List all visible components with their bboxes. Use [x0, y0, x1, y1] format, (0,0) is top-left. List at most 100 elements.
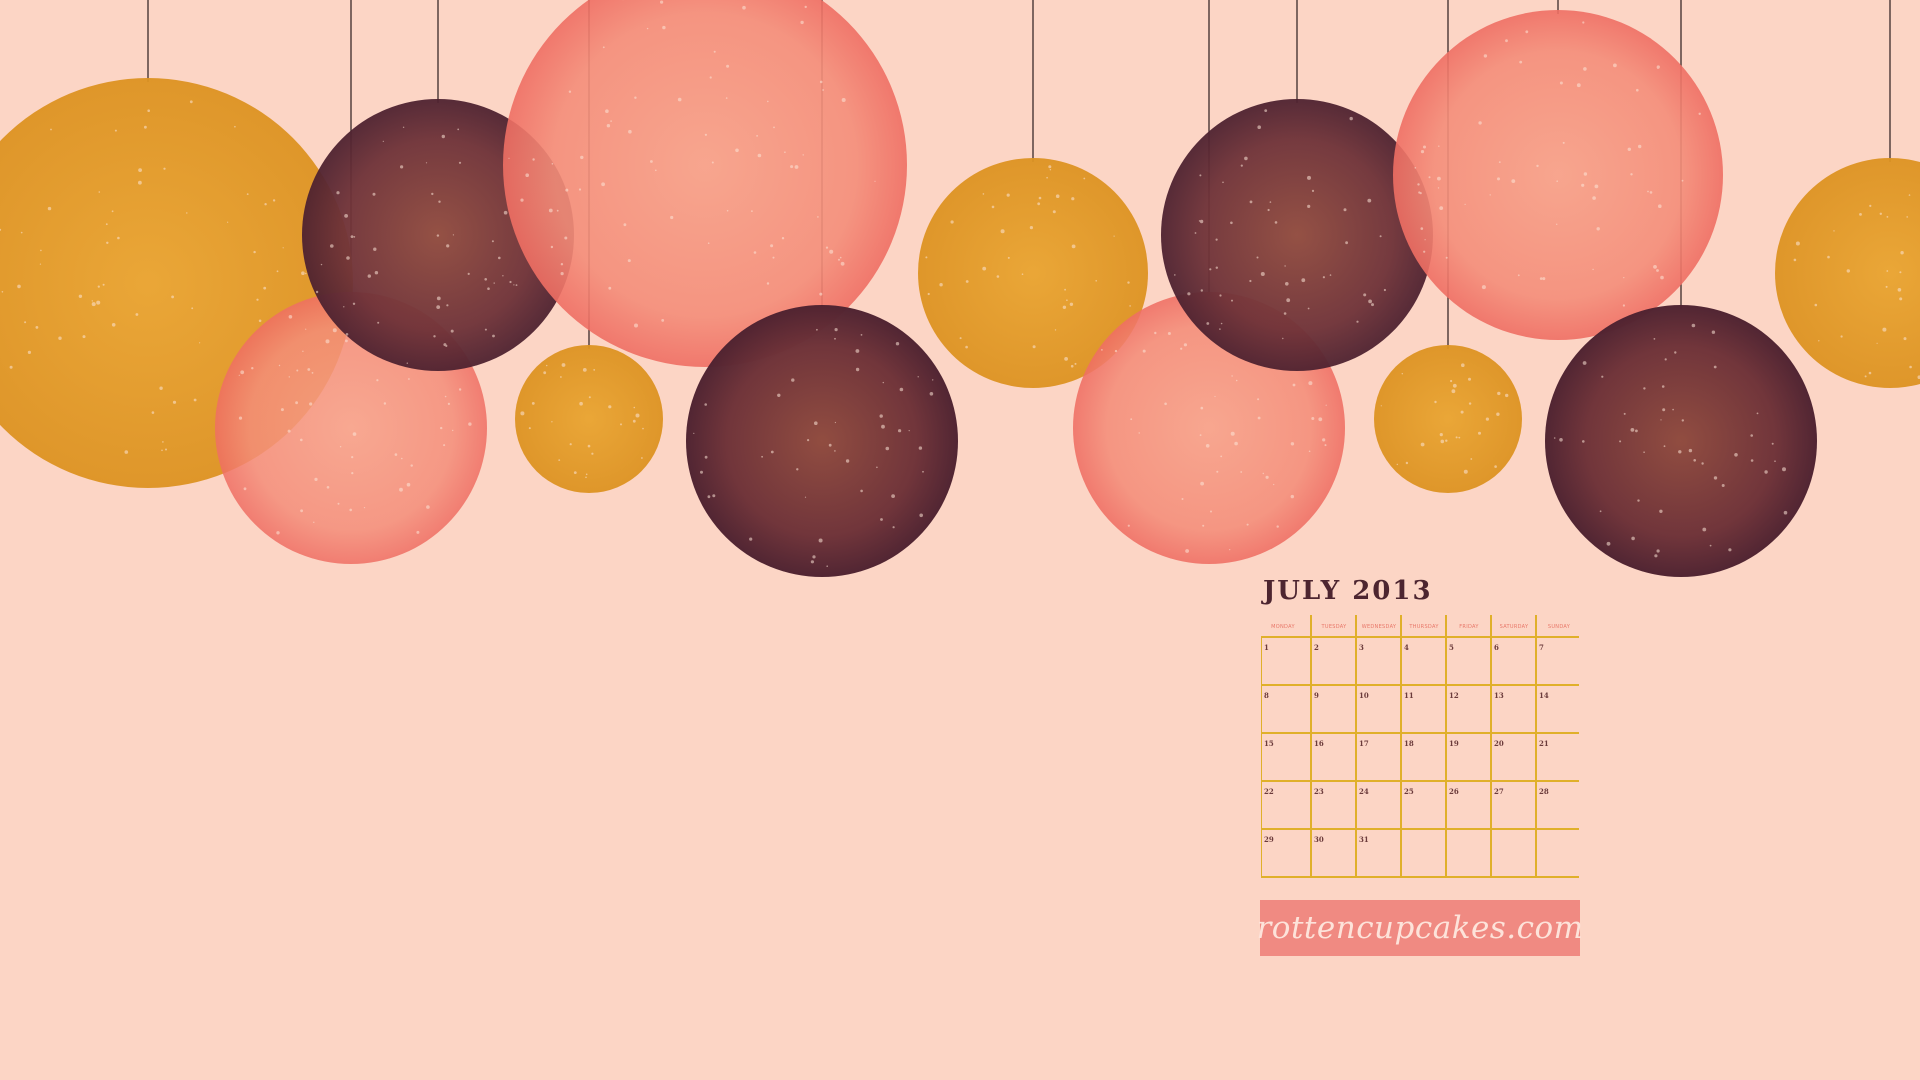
texture-speck [1329, 274, 1332, 276]
texture-speck [282, 247, 284, 249]
texture-speck [670, 215, 674, 220]
texture-speck [492, 334, 495, 338]
texture-speck [309, 402, 313, 406]
texture-speck [311, 372, 314, 374]
texture-speck [1183, 343, 1187, 347]
texture-speck [1900, 251, 1904, 255]
texture-speck [295, 401, 298, 405]
texture-speck [1210, 510, 1212, 513]
texture-speck [1434, 400, 1437, 404]
texture-speck [1249, 279, 1252, 283]
calendar-day: 29 [1264, 835, 1274, 844]
texture-speck [819, 80, 823, 84]
texture-speck [1559, 438, 1563, 442]
texture-speck [1721, 484, 1725, 487]
texture-speck [950, 220, 954, 224]
texture-speck [1154, 331, 1157, 335]
texture-speck [1290, 442, 1295, 446]
texture-speck [39, 263, 42, 265]
texture-speck [1691, 323, 1696, 328]
texture-speck [243, 487, 247, 491]
texture-speck [709, 76, 712, 79]
texture-speck [1219, 328, 1221, 330]
calendar-day: 31 [1359, 835, 1369, 844]
texture-speck [111, 323, 116, 327]
texture-speck [1231, 375, 1233, 377]
texture-speck [1101, 349, 1103, 351]
texture-speck [1601, 375, 1604, 378]
texture-speck [352, 432, 357, 436]
texture-speck [193, 398, 197, 402]
texture-speck [1343, 208, 1347, 212]
texture-speck [484, 278, 488, 281]
texture-speck [602, 46, 605, 49]
texture-speck [300, 438, 303, 442]
texture-speck [841, 98, 846, 102]
texture-speck [834, 337, 836, 340]
texture-speck [1445, 256, 1448, 259]
calendar-day: 22 [1264, 787, 1274, 796]
texture-speck [1419, 192, 1422, 195]
texture-speck [1897, 288, 1902, 292]
calendar-day: 27 [1494, 787, 1504, 796]
texture-speck [1623, 412, 1626, 415]
texture-speck [138, 168, 143, 173]
texture-speck [1371, 303, 1374, 307]
texture-speck [1048, 165, 1052, 169]
texture-speck [918, 446, 923, 450]
texture-speck [1308, 450, 1311, 453]
texture-speck [711, 161, 714, 164]
texture-speck [627, 259, 631, 263]
texture-speck [1113, 235, 1115, 237]
texture-speck [1235, 379, 1238, 382]
weekday-label: WEDNESDAY [1361, 624, 1397, 630]
texture-speck [1257, 398, 1260, 401]
texture-speck [874, 180, 876, 182]
texture-speck [1273, 483, 1275, 486]
texture-speck [1505, 39, 1508, 43]
texture-speck [1519, 60, 1523, 64]
texture-speck [965, 345, 968, 349]
texture-speck [1311, 189, 1315, 192]
texture-speck [1619, 440, 1622, 443]
calendar-day: 21 [1539, 739, 1549, 748]
texture-speck [372, 192, 376, 196]
texture-speck [932, 379, 934, 381]
texture-speck [343, 306, 345, 308]
texture-speck [1383, 288, 1386, 292]
texture-speck [1713, 365, 1717, 369]
texture-speck [1240, 471, 1243, 473]
texture-speck [655, 169, 657, 172]
texture-speck [307, 368, 311, 371]
texture-speck [400, 165, 404, 169]
calendar-day: 8 [1264, 691, 1269, 700]
texture-speck [256, 298, 259, 301]
texture-speck [582, 368, 587, 372]
texture-speck [1414, 167, 1417, 169]
texture-speck [531, 402, 535, 405]
weekday-label: FRIDAY [1459, 624, 1479, 630]
texture-speck [908, 430, 910, 432]
texture-speck [1833, 230, 1835, 232]
texture-speck [436, 234, 440, 237]
texture-speck [1709, 544, 1712, 547]
texture-speck [1658, 204, 1662, 208]
texture-speck [47, 206, 52, 211]
plum-ornament [1545, 305, 1817, 577]
texture-speck [641, 457, 643, 459]
plum-ornament [686, 305, 958, 577]
texture-speck [713, 50, 716, 53]
texture-speck [838, 258, 840, 261]
texture-speck [1672, 408, 1674, 411]
plum-ornament [1161, 99, 1433, 371]
weekday-label: SATURDAY [1499, 624, 1529, 630]
calendar-day: 9 [1314, 691, 1319, 700]
texture-speck [111, 210, 114, 213]
texture-speck [1142, 349, 1146, 353]
texture-speck [1756, 412, 1759, 415]
texture-speck [840, 261, 845, 266]
texture-speck [1230, 431, 1235, 436]
texture-speck [855, 367, 860, 372]
texture-speck [1511, 179, 1516, 184]
texture-speck [561, 363, 566, 367]
